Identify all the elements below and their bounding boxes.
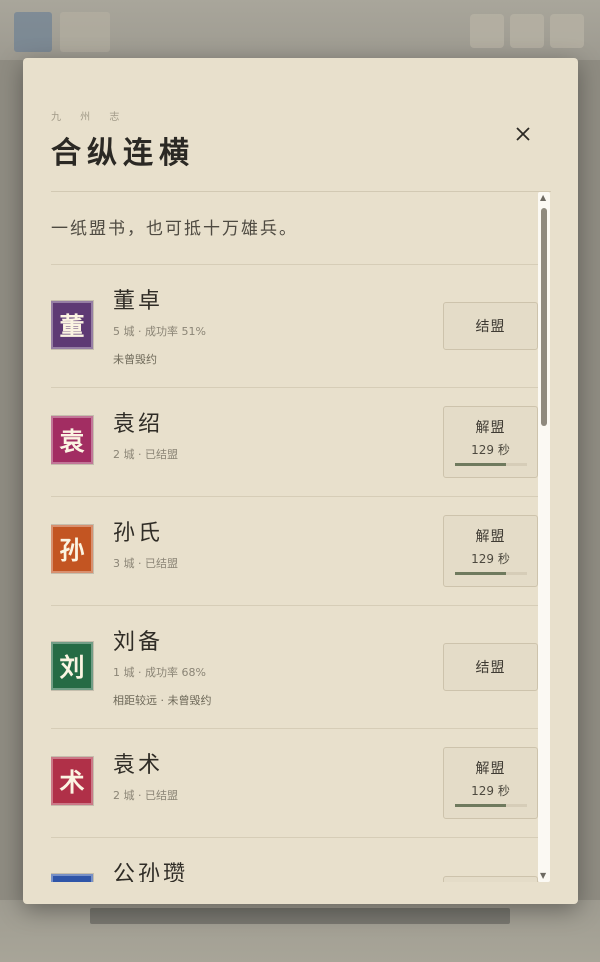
cooldown-progress-fill [454,463,507,466]
faction-stats: 2 城 · 已结盟 [113,789,178,802]
cooldown-progress-fill [454,572,507,575]
faction-name: 刘备 [113,630,164,655]
faction-row: 刘 刘备 1 城 · 成功率 68% 相距较远 · 未曾毁约 结盟 [51,605,539,728]
faction-emblem-char: 孙 [59,536,85,565]
motto-text: 一纸盟书，也可抵十万雄兵。 [51,219,298,239]
background-top-bar [0,0,600,60]
scrollbar[interactable]: ▲ ▼ [538,192,550,882]
faction-row: 术 袁术 2 城 · 已结盟 解盟 129 秒 [51,728,539,837]
faction-emblem: 刘 [51,641,94,691]
background-flag-icon [14,12,52,52]
faction-name: 公孙瓒 [113,862,189,882]
faction-emblem: 术 [51,756,94,806]
faction-row: 董 董卓 5 城 · 成功率 51% 未曾毁约 结盟 [51,264,539,387]
faction-scroll-area[interactable]: 一纸盟书，也可抵十万雄兵。 董董卓 5 城 · 成功率 51% 未曾毁约 结盟袁袁绍 2… [51,192,551,882]
cooldown-timer: 129 秒 [471,443,510,457]
cooldown-progress [454,463,527,466]
background-bottom-bar [0,900,600,962]
faction-stats: 5 城 · 成功率 51% [113,325,206,338]
background-button [470,14,504,48]
scroll-down-icon[interactable]: ▼ [540,872,546,880]
cooldown-progress [454,804,527,807]
dialog-kicker: 九 州 志 [51,112,128,123]
faction-name: 袁绍 [113,412,164,437]
faction-emblem: 董 [51,300,94,350]
cooldown-progress-fill [454,804,507,807]
form-alliance-button[interactable]: 结盟 [443,642,538,691]
faction-name: 袁术 [113,753,164,778]
faction-stats: 3 城 · 已结盟 [113,557,178,570]
faction-emblem-char: 术 [59,768,85,797]
scroll-up-icon[interactable]: ▲ [540,194,546,202]
faction-row: 袁 袁绍 2 城 · 已结盟 解盟 129 秒 [51,387,539,496]
faction-note: 未曾毁约 [113,353,157,366]
break-alliance-button[interactable]: 解盟 129 秒 [443,514,538,587]
faction-stats: 2 城 · 已结盟 [113,448,178,461]
action-label: 解盟 [475,529,506,545]
background-button [510,14,544,48]
cooldown-timer: 129 秒 [471,784,510,798]
action-label: 解盟 [475,761,506,777]
faction-row: 孙 孙氏 3 城 · 已结盟 解盟 129 秒 [51,496,539,605]
background-strip [90,908,510,924]
action-label: 结盟 [475,318,506,335]
background-title-plate [60,12,110,52]
scrollbar-thumb[interactable] [541,208,547,426]
cooldown-progress [454,572,527,575]
faction-emblem: 孙 [51,524,94,574]
faction-name: 董卓 [113,289,164,314]
faction-emblem [51,873,94,882]
faction-note: 相距较远 · 未曾毁约 [113,694,212,707]
faction-emblem-char: 刘 [59,653,85,682]
faction-emblem-char: 董 [59,312,85,341]
faction-stats: 1 城 · 成功率 68% [113,666,206,679]
background-button [550,14,584,48]
faction-row: 公孙瓒 [51,837,539,882]
faction-list: 董董卓 5 城 · 成功率 51% 未曾毁约 结盟袁袁绍 2 城 · 已结盟 解盟 129 … [51,264,539,882]
break-alliance-button[interactable]: 解盟 129 秒 [443,405,538,478]
cooldown-timer: 129 秒 [471,552,510,566]
faction-emblem-char: 袁 [59,427,85,456]
action-label: 结盟 [475,659,506,676]
alliance-dialog: 九 州 志 合纵连横 一纸盟书，也可抵十万雄兵。 董 董卓 5 城 · 成功率 51… [23,58,578,904]
break-alliance-button[interactable]: 解盟 129 秒 [443,746,538,819]
form-alliance-button[interactable]: 结盟 [443,301,538,350]
close-icon [516,127,530,141]
faction-action-button[interactable] [443,876,538,882]
close-button[interactable] [509,120,537,148]
action-label: 解盟 [475,420,506,436]
dialog-title: 合纵连横 [51,136,195,171]
faction-emblem: 袁 [51,415,94,465]
faction-name: 孙氏 [113,521,164,546]
